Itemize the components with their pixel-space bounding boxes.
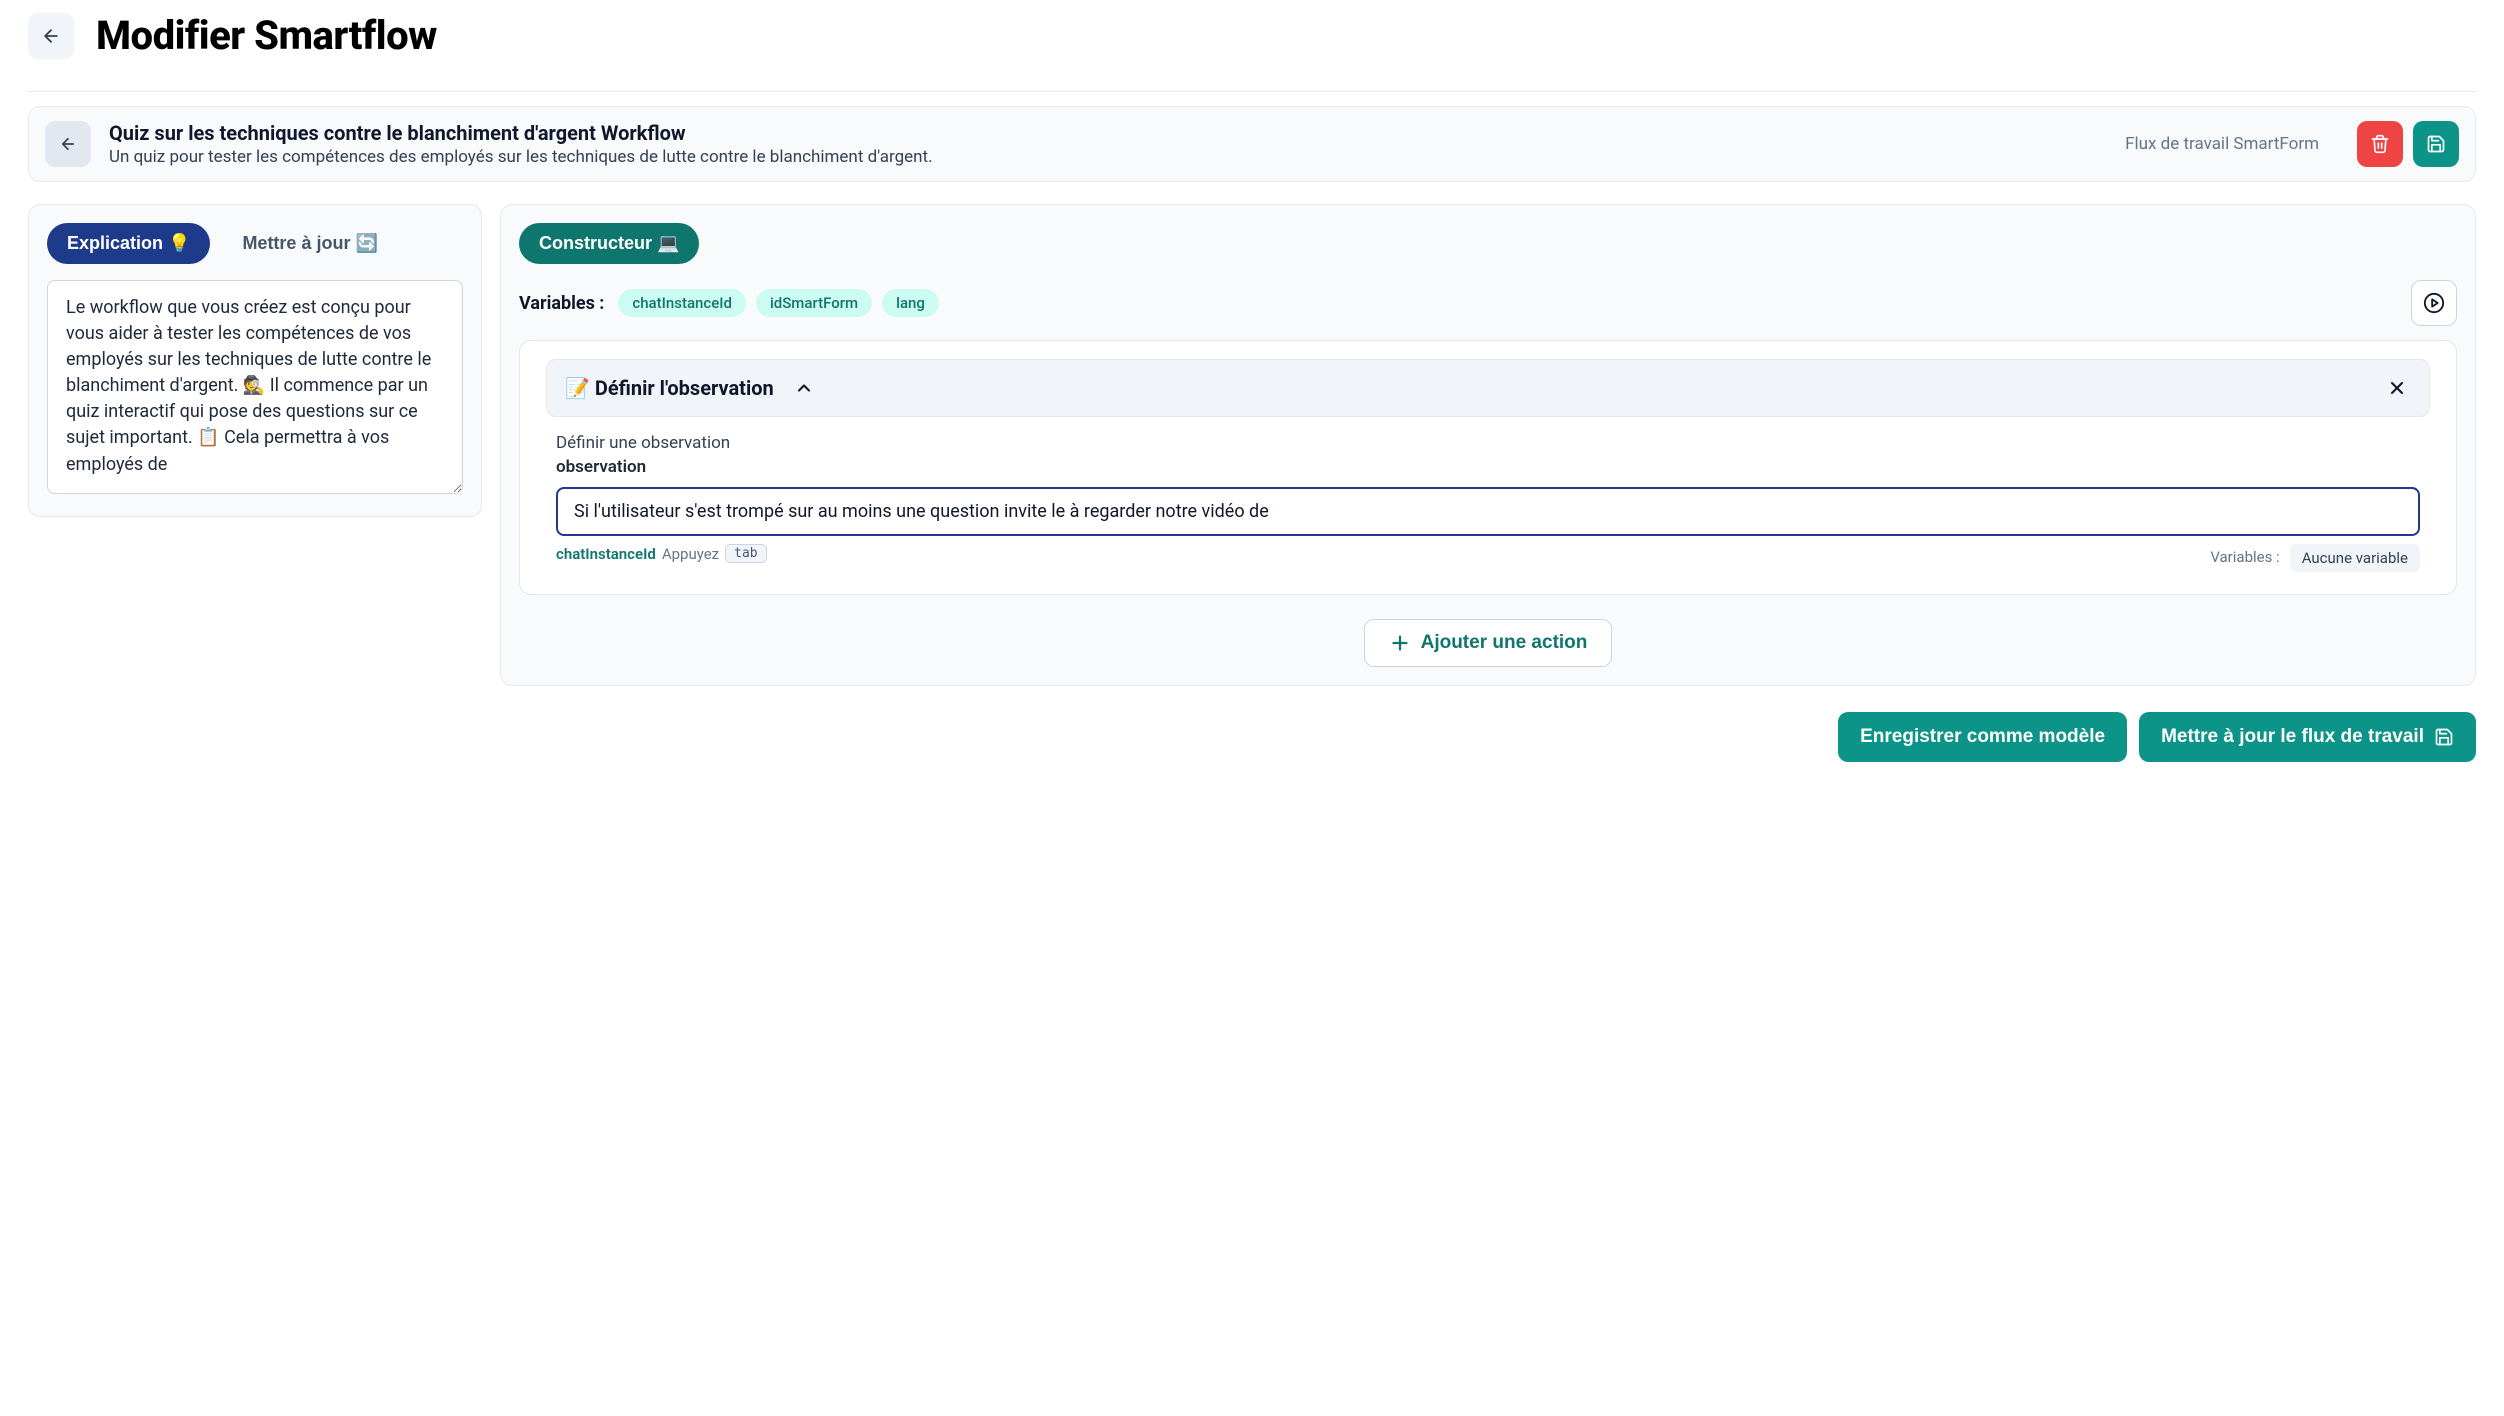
workflow-title: Quiz sur les techniques contre le blanch…: [109, 121, 2107, 145]
play-button[interactable]: [2411, 280, 2457, 326]
hint-press-label: Appuyez: [662, 545, 719, 563]
key-tab: tab: [725, 544, 766, 563]
observation-subtitle: Définir une observation: [556, 433, 2420, 453]
variable-pill[interactable]: lang: [882, 289, 939, 317]
workflow-description: Un quiz pour tester les compétences des …: [109, 147, 2107, 167]
arrow-left-icon: [59, 135, 77, 153]
divider: [28, 91, 2476, 92]
workflow-back-button[interactable]: [45, 121, 91, 167]
page-title: Modifier Smartflow: [96, 12, 437, 59]
plus-icon: [1389, 632, 1411, 654]
explanation-panel: Explication 💡 Mettre à jour 🔄: [28, 204, 482, 517]
workflow-summary-card: Quiz sur les techniques contre le blanch…: [28, 106, 2476, 182]
variables-row: Variables : chatInstanceId idSmartForm l…: [519, 289, 939, 317]
builder-header: Variables : chatInstanceId idSmartForm l…: [519, 280, 2457, 326]
add-action-button[interactable]: Ajouter une action: [1364, 619, 1613, 667]
trash-icon: [2370, 134, 2390, 154]
add-action-row: Ajouter une action: [519, 619, 2457, 667]
observation-field-label: observation: [556, 457, 2420, 477]
close-button[interactable]: [2383, 374, 2411, 402]
observation-title: 📝 Définir l'observation: [565, 376, 774, 400]
observation-header[interactable]: 📝 Définir l'observation: [546, 359, 2430, 417]
workflow-info: Quiz sur les techniques contre le blanch…: [109, 121, 2107, 167]
update-workflow-button[interactable]: Mettre à jour le flux de travail: [2139, 712, 2476, 762]
no-variable-badge: Aucune variable: [2290, 544, 2420, 572]
delete-button[interactable]: [2357, 121, 2403, 167]
right-tabs: Constructeur 💻: [519, 223, 2457, 264]
hint-variables: Variables : Aucune variable: [2210, 544, 2420, 572]
add-action-label: Ajouter une action: [1421, 632, 1588, 654]
chevron-up-icon: [794, 378, 814, 398]
page-header: Modifier Smartflow: [28, 12, 2476, 77]
arrow-left-icon: [41, 26, 61, 46]
hint-vars-label: Variables :: [2210, 548, 2279, 568]
tab-builder[interactable]: Constructeur 💻: [519, 223, 699, 264]
back-button[interactable]: [28, 13, 74, 59]
input-hints: chatInstanceId Appuyez tab Variables : A…: [556, 544, 2420, 572]
tab-update[interactable]: Mettre à jour 🔄: [222, 223, 397, 264]
update-workflow-label: Mettre à jour le flux de travail: [2161, 726, 2424, 748]
variable-pill[interactable]: chatInstanceId: [618, 289, 746, 317]
close-icon: [2387, 378, 2407, 398]
tab-explanation[interactable]: Explication 💡: [47, 223, 210, 264]
save-icon: [2434, 727, 2454, 747]
collapse-button[interactable]: [790, 374, 818, 402]
footer-actions: Enregistrer comme modèle Mettre à jour l…: [500, 712, 2476, 762]
save-button[interactable]: [2413, 121, 2459, 167]
observation-input[interactable]: [556, 487, 2420, 536]
observation-block: 📝 Définir l'observation Définir une obse…: [519, 340, 2457, 595]
observation-body: Définir une observation observation chat…: [546, 433, 2430, 572]
play-circle-icon: [2423, 292, 2445, 314]
left-tabs: Explication 💡 Mettre à jour 🔄: [47, 223, 463, 264]
variable-pill[interactable]: idSmartForm: [756, 289, 872, 317]
hint-autocomplete: chatInstanceId Appuyez tab: [556, 544, 767, 563]
save-icon: [2426, 134, 2446, 154]
workflow-actions: [2357, 121, 2459, 167]
builder-panel: Constructeur 💻 Variables : chatInstanceI…: [500, 204, 2476, 686]
save-as-template-button[interactable]: Enregistrer comme modèle: [1838, 712, 2127, 762]
explanation-textarea[interactable]: [47, 280, 463, 494]
save-as-template-label: Enregistrer comme modèle: [1860, 726, 2105, 748]
hint-variable-name: chatInstanceId: [556, 545, 656, 563]
workflow-type-label: Flux de travail SmartForm: [2125, 134, 2319, 154]
variables-label: Variables :: [519, 293, 604, 314]
